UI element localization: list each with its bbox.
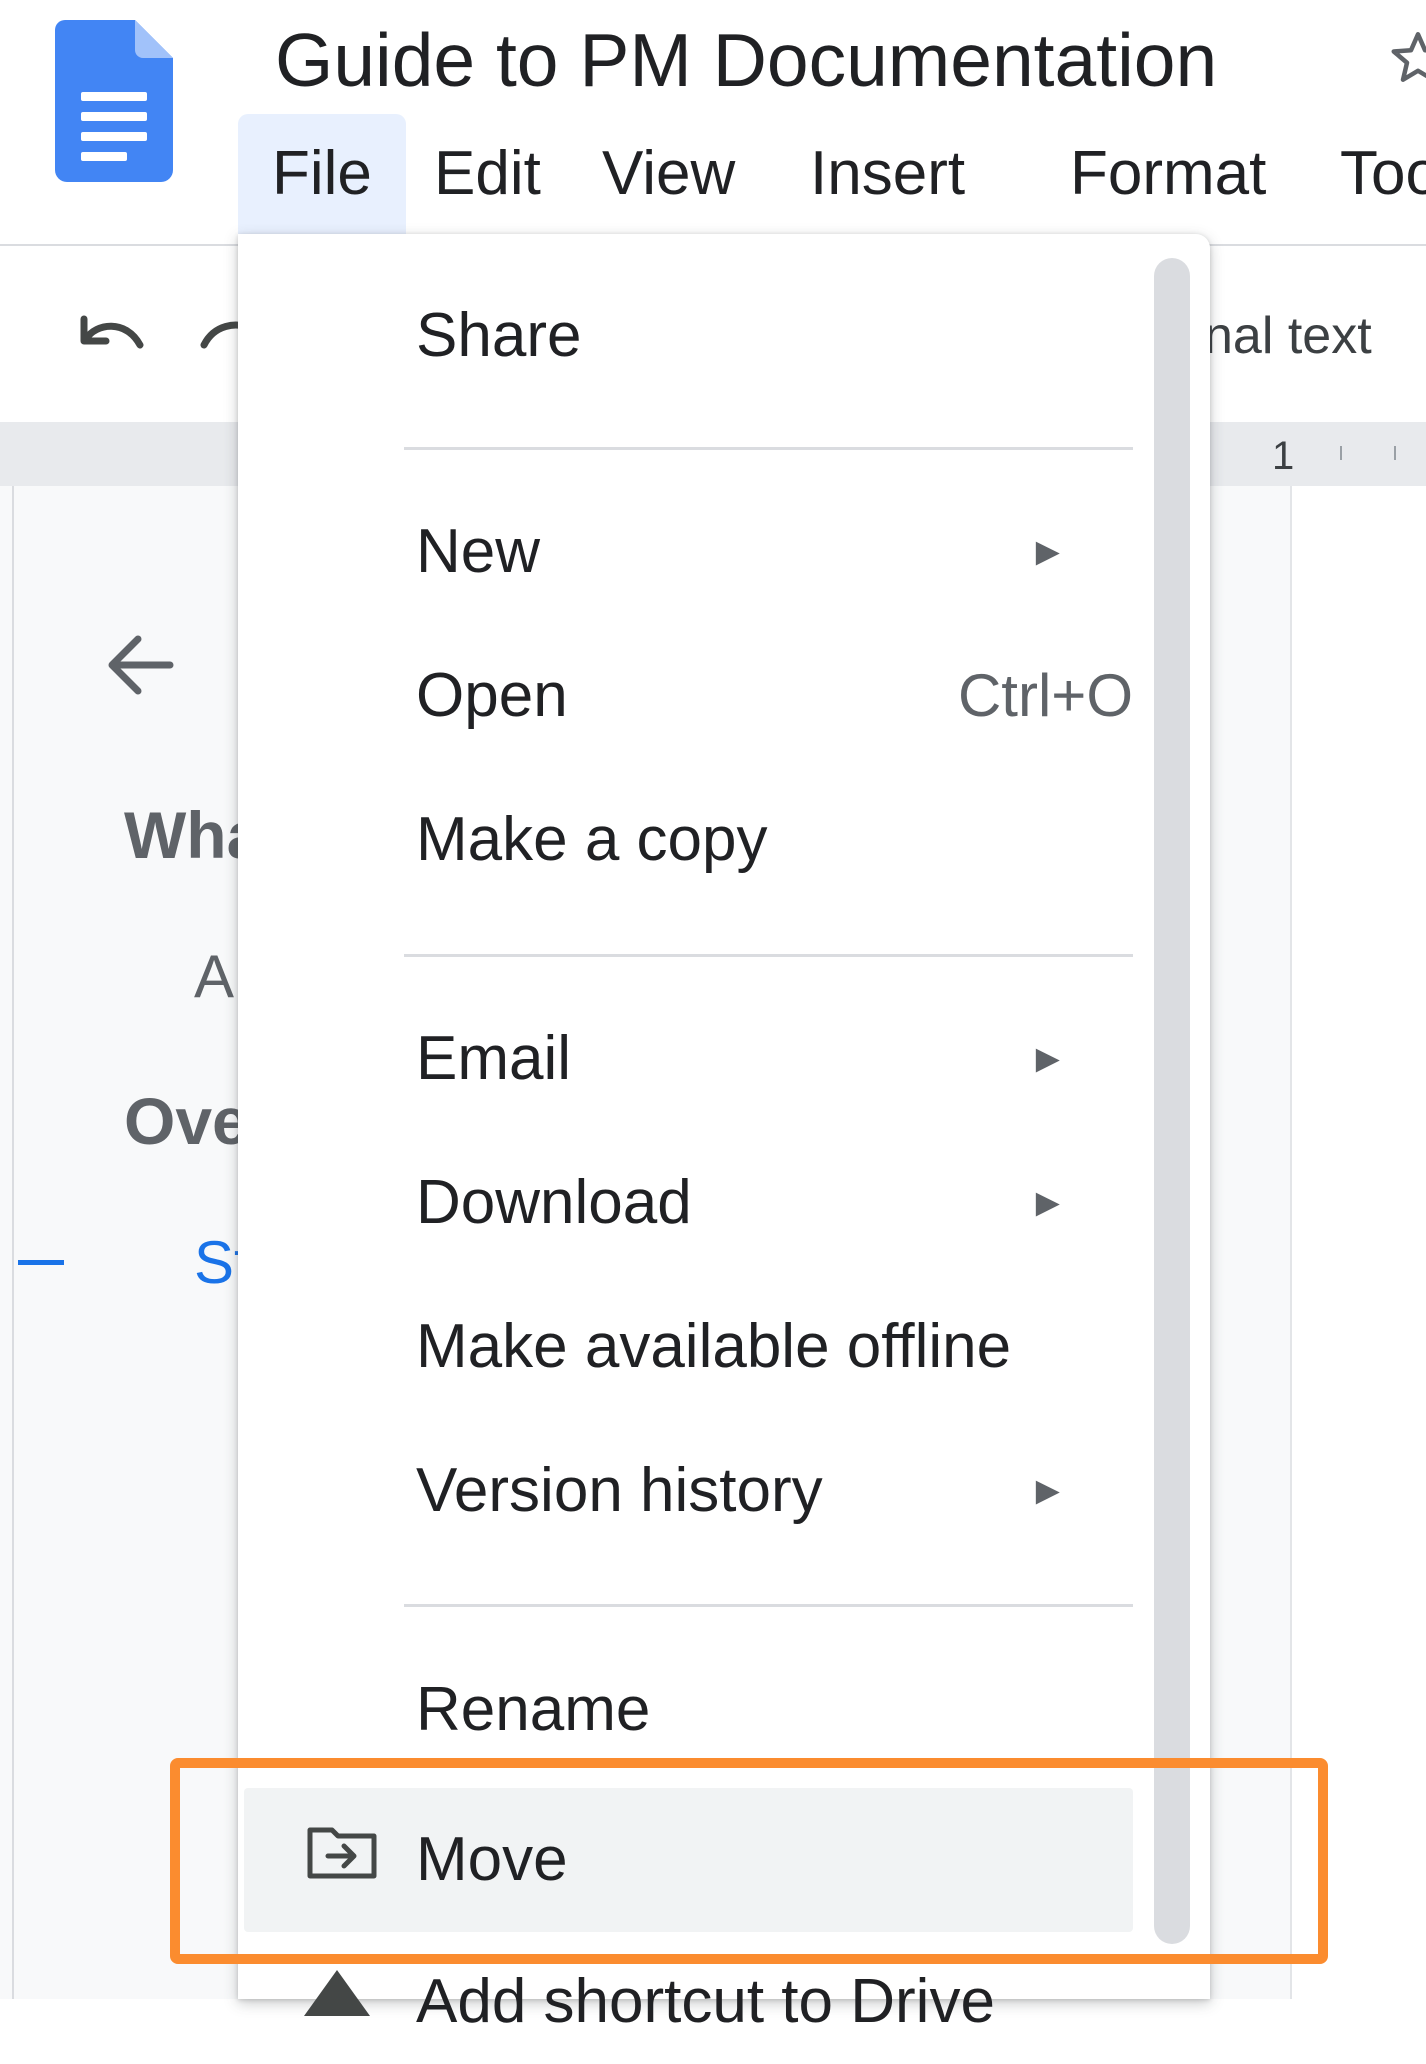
menu-format[interactable]: Format [1036,114,1300,234]
menu-item-open[interactable]: Open Ctrl+O [238,634,1133,758]
menu-item-label: Open [416,661,568,730]
menu-scrollbar[interactable] [1154,258,1190,1944]
submenu-arrow-icon: ► [1028,1181,1068,1225]
menu-item-label: Make a copy [416,805,768,874]
outline-subheading[interactable]: A [194,932,234,1022]
drive-icon [304,1970,370,2016]
menu-view[interactable]: View [568,114,769,234]
menu-item-make-available-offline[interactable]: Make available offline [238,1285,1133,1409]
undo-icon[interactable] [72,305,152,365]
outline-edge [12,486,14,1999]
submenu-arrow-icon: ► [1028,530,1068,574]
outline-heading[interactable]: Ove [124,1076,249,1166]
menu-item-new[interactable]: New ► [238,490,1133,614]
menu-item-make-a-copy[interactable]: Make a copy [238,778,1133,902]
ruler-number: 1 [1272,434,1295,478]
menu-item-shortcut: Ctrl+O [957,662,1133,729]
star-icon[interactable] [1388,28,1426,88]
menu-item-label: Version history [416,1456,823,1525]
menu-item-label: Make available offline [416,1312,1012,1381]
file-menu: Share New ► Open Ctrl+O Make a copy Emai… [238,234,1210,2036]
menu-item-rename[interactable]: Rename [238,1648,1133,1772]
arrow-back-icon[interactable] [100,625,180,705]
submenu-arrow-icon: ► [1028,1469,1068,1513]
menu-item-email[interactable]: Email ► [238,997,1133,1121]
menu-divider [404,954,1133,957]
menu-item-share[interactable]: Share [238,274,1133,398]
document-title[interactable]: Guide to PM Documentation [275,10,1217,110]
menu-edit[interactable]: Edit [400,114,575,234]
menu-item-version-history[interactable]: Version history ► [238,1429,1133,1553]
menu-insert[interactable]: Insert [776,114,999,234]
toolbar-mode-text[interactable]: nal text [1204,300,1372,372]
ruler-tick [1394,446,1396,460]
menu-divider [404,447,1133,450]
menu-file[interactable]: File [238,114,406,234]
menu-tools[interactable]: Tool [1306,114,1426,234]
menu-item-label: Email [416,1024,572,1093]
menu-divider [404,1604,1133,1607]
menu-item-label: Share [416,301,582,370]
google-docs-logo-icon[interactable] [55,20,173,182]
menu-item-label: Rename [416,1675,651,1744]
outline-active-indicator [18,1260,64,1265]
submenu-arrow-icon: ► [1028,1037,1068,1081]
menu-item-label: Download [416,1168,692,1237]
highlight-annotation-box [170,1758,1328,1964]
menu-item-label: New [416,517,541,586]
menu-item-download[interactable]: Download ► [238,1141,1133,1265]
ruler-tick [1340,446,1342,460]
